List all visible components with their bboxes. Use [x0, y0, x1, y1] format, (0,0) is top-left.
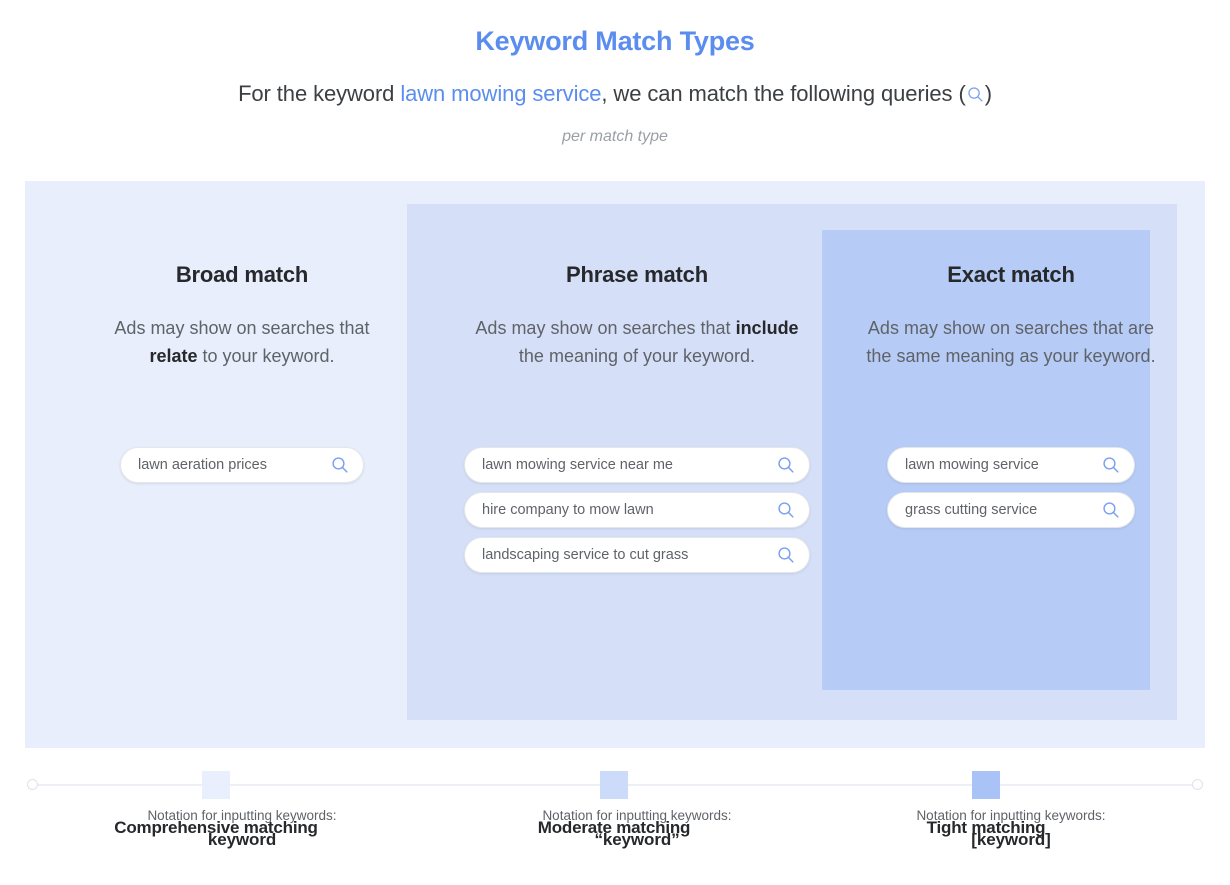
subtitle-prefix: For the keyword [238, 81, 401, 106]
subtitle-suffix: , we can match the following queries ( [601, 81, 966, 106]
search-icon[interactable] [1102, 456, 1120, 474]
sub-note: per match type [562, 128, 668, 145]
scale-endcap-left [27, 779, 38, 790]
column-title-phrase: Phrase match [566, 262, 708, 287]
column-exact: Exact match Ads may show on searches tha… [857, 181, 1165, 849]
column-desc-phrase: Ads may show on searches that include th… [462, 314, 812, 370]
scale-label-tight: Tight matching [926, 818, 1046, 837]
scale-marker-moderate[interactable] [600, 771, 628, 799]
subtitle: For the keyword lawn mowing service, we … [0, 81, 1230, 109]
query-list-phrase: lawn mowing service near me hire company… [462, 447, 812, 573]
query-text: hire company to mow lawn [482, 502, 654, 518]
search-icon[interactable] [777, 456, 795, 474]
column-desc-exact: Ads may show on searches that are the sa… [857, 314, 1165, 370]
search-icon [967, 83, 984, 109]
column-title-broad: Broad match [175, 262, 309, 287]
query-list-broad: lawn aeration prices [97, 447, 387, 483]
query-pill[interactable]: lawn aeration prices [120, 447, 364, 483]
query-text: lawn mowing service [905, 457, 1039, 473]
query-text: lawn mowing service near me [482, 457, 673, 473]
infographic-root: Keyword Match Types For the keyword lawn… [0, 0, 1230, 885]
column-broad: Broad match Ads may show on searches tha… [97, 181, 387, 849]
scale-marker-tight[interactable] [972, 771, 1000, 799]
column-desc-broad: Ads may show on searches that relate to … [97, 314, 387, 370]
desc-bold: include [735, 318, 799, 338]
search-icon[interactable] [777, 501, 795, 519]
scale-label-comprehensive: Comprehensive matching [114, 818, 318, 837]
query-pill[interactable]: hire company to mow lawn [464, 492, 810, 528]
search-icon[interactable] [331, 456, 349, 474]
scale-endcap-right [1192, 779, 1203, 790]
subtitle-close-paren: ) [984, 81, 992, 106]
query-text: grass cutting service [905, 502, 1038, 518]
matching-scale: Comprehensive matching Moderate matching… [25, 770, 1205, 865]
page-title: Keyword Match Types [475, 26, 755, 56]
query-list-exact: lawn mowing service grass cutting servic… [857, 447, 1165, 528]
column-title-exact: Exact match [947, 262, 1075, 287]
column-phrase: Phrase match Ads may show on searches th… [462, 181, 812, 849]
query-pill[interactable]: grass cutting service [887, 492, 1135, 528]
query-pill[interactable]: landscaping service to cut grass [464, 537, 810, 573]
query-text: lawn aeration prices [138, 457, 267, 473]
desc-post: to your keyword. [197, 346, 335, 366]
desc-pre: Ads may show on searches that [114, 318, 370, 338]
scale-label-moderate: Moderate matching [537, 818, 691, 837]
query-pill[interactable]: lawn mowing service near me [464, 447, 810, 483]
query-pill[interactable]: lawn mowing service [887, 447, 1135, 483]
subtitle-keyword: lawn mowing service [400, 81, 602, 106]
broad-match-panel: Broad match Ads may show on searches tha… [25, 181, 1205, 849]
query-text: landscaping service to cut grass [482, 547, 689, 563]
desc-pre: Ads may show on searches that are the sa… [866, 318, 1156, 366]
desc-post: the meaning of your keyword. [518, 346, 756, 366]
desc-bold: relate [149, 346, 198, 366]
desc-pre: Ads may show on searches that [475, 318, 736, 338]
search-icon[interactable] [777, 546, 795, 564]
scale-marker-comprehensive[interactable] [202, 771, 230, 799]
search-icon[interactable] [1102, 501, 1120, 519]
